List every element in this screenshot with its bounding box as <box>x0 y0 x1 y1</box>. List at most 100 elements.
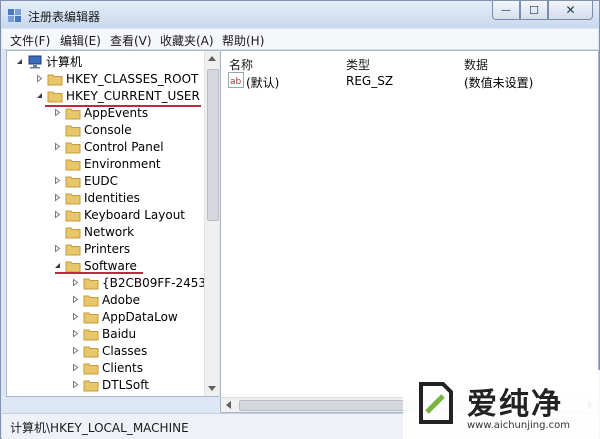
folder-icon <box>65 208 81 222</box>
folder-icon <box>83 293 99 307</box>
tree-item-label: Identities <box>84 190 140 205</box>
tree-vertical-scrollbar[interactable] <box>204 51 219 396</box>
value-name: (默认) <box>246 76 280 90</box>
watermark-url: www.aichunjing.com <box>467 420 570 431</box>
tree-item-identities[interactable]: Identities <box>53 189 140 206</box>
expand-arrow-icon[interactable] <box>53 193 62 202</box>
computer-icon <box>28 55 42 68</box>
tree-item-dtlsoft[interactable]: DTLSoft <box>71 376 149 393</box>
tree-item-label: Console <box>84 122 132 137</box>
tree-item-label: Baidu <box>102 326 137 341</box>
values-list: 名称 类型 数据 ab (默认) REG_SZ (数值未设置) <box>220 50 599 413</box>
tree-item-clients[interactable]: Clients <box>71 359 143 376</box>
expand-arrow-icon[interactable] <box>71 346 80 355</box>
folder-icon <box>83 344 99 358</box>
tree-item-label: HKEY_CURRENT_USER <box>66 88 200 103</box>
value-type: REG_SZ <box>346 74 394 88</box>
tree-item-label: AppDataLow <box>102 309 178 324</box>
tree-item-eudc[interactable]: EUDC <box>53 172 118 189</box>
title-bar: 注册表编辑器 — ☐ ✕ <box>1 1 599 28</box>
scroll-thumb[interactable] <box>207 69 219 221</box>
expand-arrow-icon[interactable] <box>71 363 80 372</box>
tree-item-label: Adobe <box>102 292 140 307</box>
collapse-arrow-icon[interactable] <box>53 261 62 270</box>
tree-item-environment[interactable]: Environment <box>53 155 161 172</box>
column-header-name[interactable]: 名称 <box>229 56 253 73</box>
scroll-up-icon[interactable] <box>208 56 216 61</box>
menu-favorites[interactable]: 收藏夹(A) <box>160 32 214 49</box>
tree-item-label: Keyboard Layout <box>84 207 186 222</box>
column-header-type[interactable]: 类型 <box>346 56 370 73</box>
tree-item-label: Environment <box>84 156 161 171</box>
expand-arrow-icon[interactable] <box>53 176 62 185</box>
string-value-icon: ab <box>228 72 244 88</box>
menu-help[interactable]: 帮助(H) <box>222 32 264 49</box>
tree-item-label: {B2CB09FF-2453- <box>102 275 211 290</box>
tree-item-appevents[interactable]: AppEvents <box>53 104 148 121</box>
folder-icon <box>83 276 99 290</box>
folder-icon <box>65 140 81 154</box>
registry-tree: 计算机 HKEY_CLASSES_ROOT HKEY_CURRENT_USER … <box>6 50 219 397</box>
folder-icon <box>65 242 81 256</box>
minimize-icon: — <box>501 4 511 16</box>
expand-arrow-icon[interactable] <box>53 142 62 151</box>
tree-item-label: Clients <box>102 360 143 375</box>
folder-icon <box>65 157 81 171</box>
expand-arrow-icon[interactable] <box>71 312 80 321</box>
tree-item-printers[interactable]: Printers <box>53 240 130 257</box>
folder-icon <box>65 225 81 239</box>
tree-item-adobe[interactable]: Adobe <box>71 291 140 308</box>
tree-item-hkey-current-user[interactable]: HKEY_CURRENT_USER <box>35 87 200 104</box>
collapse-arrow-icon[interactable] <box>15 57 24 66</box>
minimize-button[interactable]: — <box>492 1 520 20</box>
maximize-icon: ☐ <box>529 3 539 17</box>
scroll-left-icon[interactable] <box>226 401 231 409</box>
expand-arrow-icon[interactable] <box>71 278 80 287</box>
status-path: 计算机\HKEY_LOCAL_MACHINE <box>10 421 189 435</box>
scroll-down-icon[interactable] <box>208 386 216 391</box>
tree-item-computer[interactable]: 计算机 <box>15 53 82 70</box>
menu-edit[interactable]: 编辑(E) <box>60 32 101 49</box>
window-title: 注册表编辑器 <box>28 10 101 24</box>
tree-item-label: Software <box>84 258 137 273</box>
tree-item-label: Network <box>84 224 135 239</box>
menu-view[interactable]: 查看(V) <box>110 32 152 49</box>
tree-item-label: DTLSoft <box>102 377 149 392</box>
maximize-button[interactable]: ☐ <box>520 1 548 20</box>
tree-item-b2cb09ff[interactable]: {B2CB09FF-2453- <box>71 274 210 291</box>
tree-item-keyboard-layout[interactable]: Keyboard Layout <box>53 206 185 223</box>
watermark-logo: 爱纯净 www.aichunjing.com <box>403 370 600 439</box>
expand-arrow-icon[interactable] <box>71 380 80 389</box>
expand-arrow-icon[interactable] <box>71 295 80 304</box>
tree-item-label: HKEY_CLASSES_ROOT <box>66 71 199 86</box>
tree-item-classes[interactable]: Classes <box>71 342 147 359</box>
tree-item-label: Printers <box>84 241 131 256</box>
close-button[interactable]: ✕ <box>548 1 593 20</box>
registry-app-icon <box>8 9 21 22</box>
tree-item-console[interactable]: Console <box>53 121 132 138</box>
expand-arrow-icon[interactable] <box>35 74 44 83</box>
tree-item-label: Control Panel <box>84 139 164 154</box>
menu-file[interactable]: 文件(F) <box>10 32 50 49</box>
tree-item-control-panel[interactable]: Control Panel <box>53 138 164 155</box>
value-data: (数值未设置) <box>464 76 534 90</box>
expand-arrow-icon[interactable] <box>53 108 62 117</box>
tree-item-hkey-classes-root[interactable]: HKEY_CLASSES_ROOT <box>35 70 198 87</box>
expand-arrow-icon[interactable] <box>71 329 80 338</box>
folder-icon <box>65 123 81 137</box>
menu-bar: 文件(F) 编辑(E) 查看(V) 收藏夹(A) 帮助(H) <box>2 29 598 50</box>
tree-item-label: Classes <box>102 343 148 358</box>
folder-icon <box>83 378 99 392</box>
tree-item-baidu[interactable]: Baidu <box>71 325 136 342</box>
folder-icon <box>65 259 81 273</box>
folder-icon <box>83 361 99 375</box>
tree-item-network[interactable]: Network <box>53 223 134 240</box>
folder-icon <box>83 327 99 341</box>
column-header-data[interactable]: 数据 <box>464 56 488 73</box>
expand-arrow-icon[interactable] <box>53 210 62 219</box>
watermark-text: 爱纯净 <box>467 387 563 422</box>
folder-icon <box>47 72 63 86</box>
expand-arrow-icon[interactable] <box>53 244 62 253</box>
collapse-arrow-icon[interactable] <box>35 91 44 100</box>
tree-item-appdatalow[interactable]: AppDataLow <box>71 308 178 325</box>
